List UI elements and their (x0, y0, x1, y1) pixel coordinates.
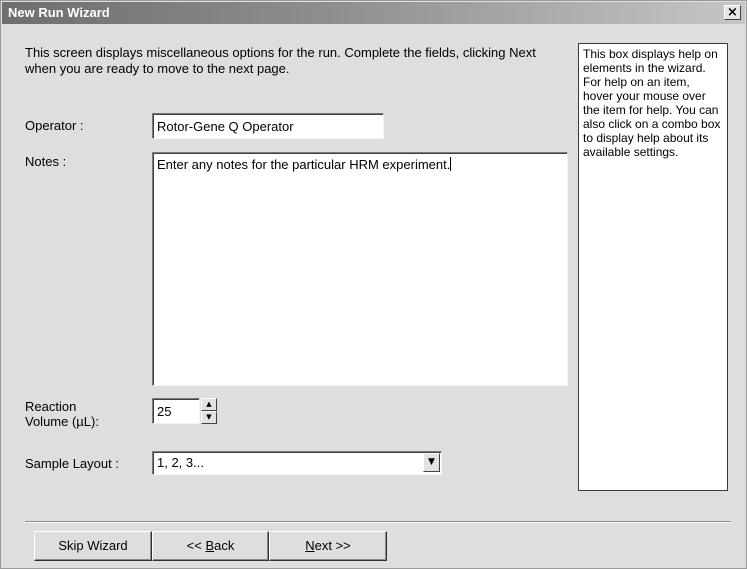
window-title: New Run Wizard (8, 5, 110, 20)
button-separator (25, 521, 731, 523)
next-label-accel: N (305, 538, 315, 553)
help-text: This box displays help on elements in th… (583, 47, 721, 159)
help-panel: This box displays help on elements in th… (578, 43, 728, 491)
close-button[interactable]: × (724, 5, 741, 20)
intro-text: This screen displays miscellaneous optio… (25, 45, 536, 76)
up-arrow-icon: ▲ (206, 400, 212, 408)
notes-label: Notes : (25, 154, 67, 169)
reaction-volume-label-line1: Reaction (25, 399, 77, 414)
back-label-rest: ack (214, 538, 235, 553)
skip-wizard-button[interactable]: Skip Wizard (34, 531, 152, 561)
down-arrow-icon: ▼ (206, 413, 212, 421)
reaction-volume-input[interactable] (152, 398, 200, 424)
title-bar: New Run Wizard × (2, 2, 745, 24)
operator-input[interactable] (152, 113, 384, 139)
back-label-accel: B (205, 538, 215, 553)
reaction-volume-label-line2: Volume (µL): (25, 414, 99, 429)
operator-label: Operator : (25, 118, 84, 133)
spin-down-button[interactable]: ▼ (201, 411, 217, 424)
sample-layout-value: 1, 2, 3... (157, 455, 204, 470)
back-button[interactable]: << Back (152, 531, 269, 561)
new-run-wizard-window: New Run Wizard × This screen displays mi… (0, 0, 747, 569)
next-label-rest: ext >> (314, 538, 351, 553)
skip-wizard-label: Skip Wizard (58, 538, 128, 553)
notes-text: Enter any notes for the particular HRM e… (157, 157, 451, 172)
sample-layout-select[interactable]: 1, 2, 3... ▼ (152, 451, 442, 475)
back-label-prefix: << (186, 538, 206, 553)
sample-layout-label: Sample Layout : (25, 456, 119, 471)
next-button[interactable]: Next >> (269, 531, 387, 561)
dropdown-arrow-icon: ▼ (428, 457, 435, 467)
text-caret (450, 157, 452, 171)
reaction-volume-spinner: ▲ ▼ (201, 398, 217, 424)
sample-layout-dropdown-button[interactable]: ▼ (423, 453, 440, 472)
spin-up-button[interactable]: ▲ (201, 398, 217, 411)
reaction-volume-label: Reaction Volume (µL): (25, 399, 99, 429)
notes-textarea[interactable]: Enter any notes for the particular HRM e… (152, 152, 568, 386)
